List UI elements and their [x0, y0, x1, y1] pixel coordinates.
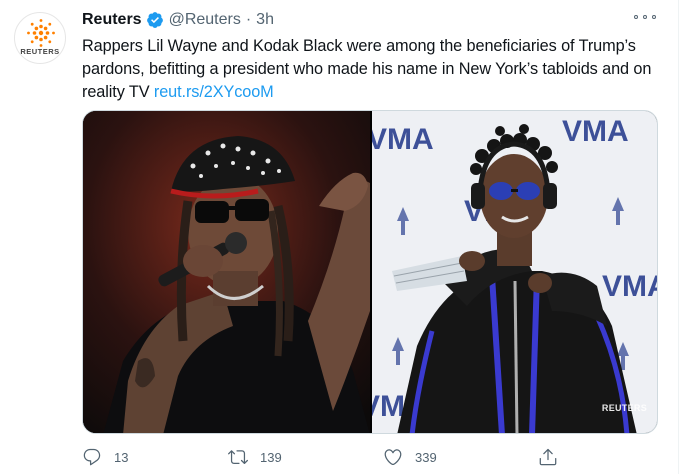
like-count: 339 [415, 449, 437, 465]
reply-icon [83, 448, 101, 466]
retweet-icon [228, 450, 248, 465]
author-handle[interactable]: @Reuters [169, 11, 241, 29]
tweet-media[interactable]: VMA VMA VMA VMA VMA [82, 110, 658, 434]
avatar-wordmark: REUTERS [20, 47, 60, 56]
tweet-link[interactable]: reut.rs/2XYcooM [154, 83, 274, 101]
reply-button[interactable]: 13 [82, 447, 128, 467]
svg-text:VMA: VMA [372, 123, 434, 156]
like-icon [384, 449, 402, 466]
photo-lil-wayne[interactable] [83, 111, 370, 433]
svg-text:VMA: VMA [562, 115, 629, 148]
reuters-logo-icon [27, 19, 55, 47]
tweet-timestamp[interactable]: 3h [256, 11, 274, 29]
more-options-icon[interactable] [634, 10, 656, 24]
tweet-actions: 13 139 339 [82, 447, 582, 471]
like-button[interactable]: 339 [383, 447, 437, 467]
photo-watermark: REUTERS [601, 403, 647, 413]
svg-text:VMA: VMA [602, 270, 658, 303]
tweet-header: Reuters @Reuters · 3h [82, 9, 274, 31]
verified-badge-icon [146, 12, 163, 28]
share-icon [539, 448, 557, 466]
tweet-card[interactable]: REUTERS Reuters @Reuters · 3h Rappers Li… [0, 0, 679, 474]
reply-count: 13 [114, 449, 129, 465]
share-button[interactable] [538, 447, 558, 467]
author-name[interactable]: Reuters [82, 11, 142, 29]
reuters-avatar[interactable]: REUTERS [14, 12, 66, 64]
retweet-count: 139 [260, 449, 282, 465]
photo-kodak-black[interactable]: VMA VMA VMA VMA VMA [372, 111, 658, 433]
retweet-button[interactable]: 139 [228, 447, 282, 467]
tweet-text: Rappers Lil Wayne and Kodak Black were a… [82, 35, 660, 104]
header-separator: · [245, 11, 252, 28]
